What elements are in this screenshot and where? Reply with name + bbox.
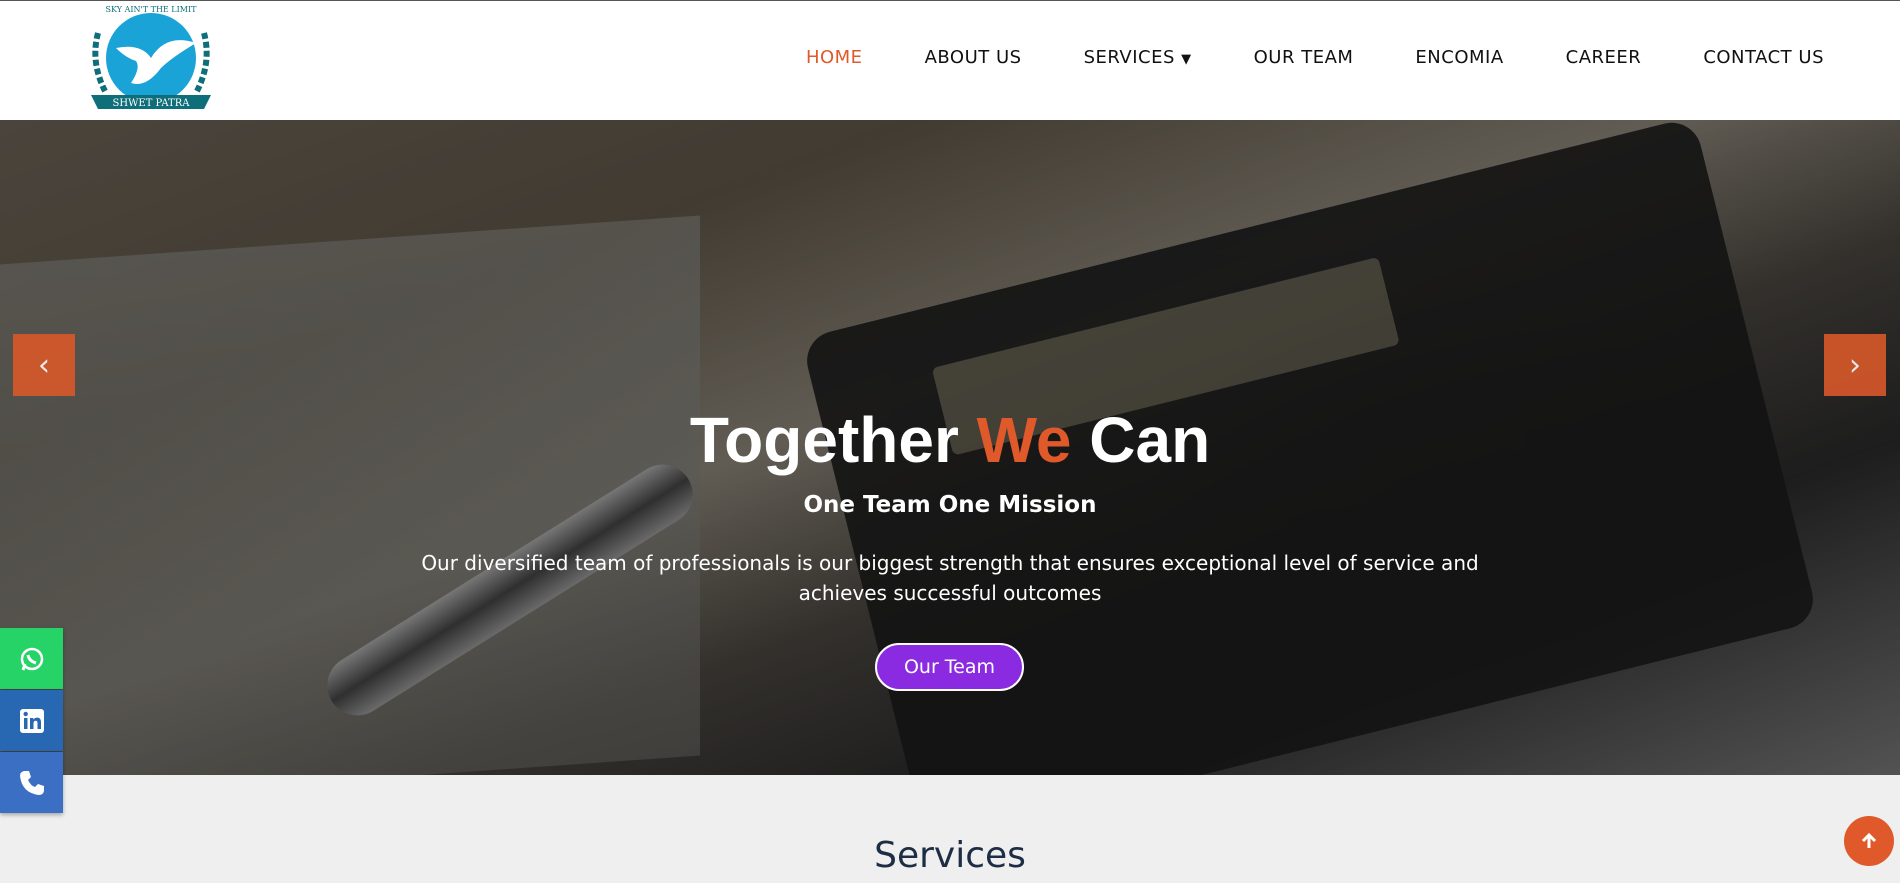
svg-text:SHWET PATRA: SHWET PATRA bbox=[113, 98, 191, 109]
our-team-button[interactable]: Our Team bbox=[875, 643, 1024, 691]
chevron-left-icon: ‹ bbox=[38, 347, 50, 383]
nav-services[interactable]: SERVICES ▼ bbox=[1084, 47, 1192, 68]
nav-home[interactable]: HOME bbox=[806, 47, 863, 68]
nav-services-label: SERVICES bbox=[1083, 47, 1175, 68]
carousel-prev-button[interactable]: ‹ bbox=[13, 334, 75, 396]
services-heading: Services bbox=[874, 835, 1026, 876]
svg-text:SKY AIN'T THE LIMIT: SKY AIN'T THE LIMIT bbox=[106, 5, 198, 14]
main-nav: HOME ABOUT US SERVICES ▼ OUR TEAM ENCOMI… bbox=[744, 47, 1824, 68]
linkedin-icon bbox=[19, 708, 44, 733]
carousel-next-button[interactable]: › bbox=[1824, 334, 1886, 396]
whatsapp-icon bbox=[20, 647, 43, 670]
linkedin-button[interactable] bbox=[0, 690, 63, 751]
nav-career[interactable]: CAREER bbox=[1566, 47, 1642, 68]
hero-description: Our diversified team of professionals is… bbox=[421, 551, 1479, 605]
nav-contact-us[interactable]: CONTACT US bbox=[1703, 47, 1824, 68]
logo[interactable]: SHWET PATRA SKY AIN'T THE LIMIT bbox=[86, 3, 216, 121]
nav-encomia[interactable]: ENCOMIA bbox=[1415, 47, 1503, 68]
phone-icon bbox=[19, 770, 44, 795]
hero-carousel: Together We Can One Team One Mission Our… bbox=[0, 120, 1900, 775]
header: SHWET PATRA SKY AIN'T THE LIMIT HOME ABO… bbox=[0, 0, 1900, 120]
chevron-right-icon: › bbox=[1849, 347, 1861, 383]
nav-our-team[interactable]: OUR TEAM bbox=[1254, 47, 1354, 68]
whatsapp-button[interactable] bbox=[0, 628, 63, 689]
hero-title: Together We Can bbox=[689, 404, 1211, 476]
scroll-to-top-button[interactable] bbox=[1844, 816, 1894, 866]
caret-down-icon: ▼ bbox=[1181, 52, 1192, 67]
arrow-up-icon bbox=[1861, 832, 1877, 848]
nav-about-us[interactable]: ABOUT US bbox=[925, 47, 1022, 68]
phone-button[interactable] bbox=[0, 752, 63, 813]
hero-subtitle: One Team One Mission bbox=[803, 492, 1097, 518]
